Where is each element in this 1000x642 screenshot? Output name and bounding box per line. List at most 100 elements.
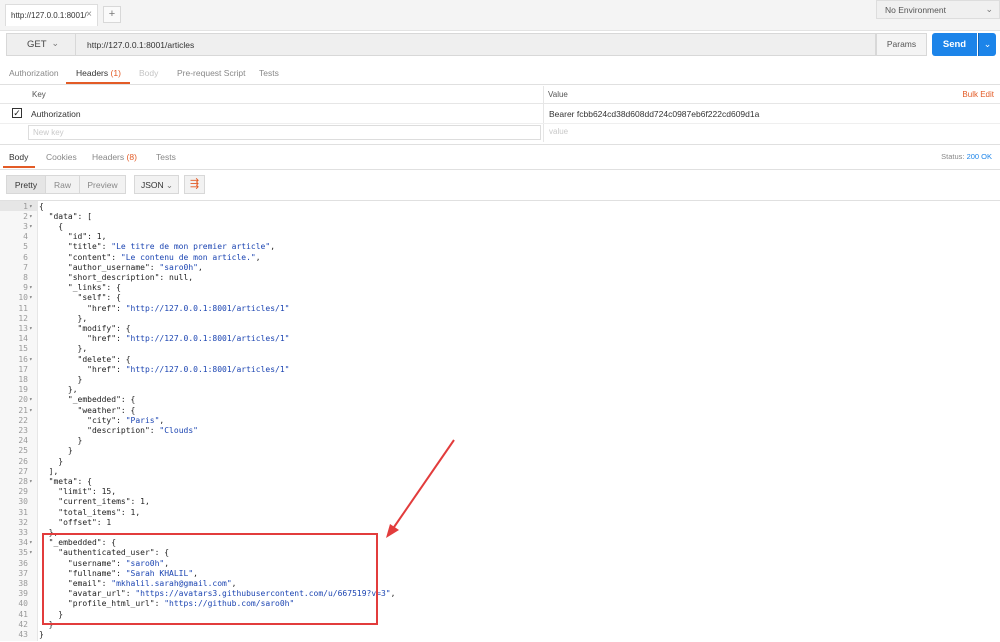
tab-cookies[interactable]: Cookies: [46, 152, 77, 162]
line-number: 25: [18, 446, 28, 456]
line-number: 33: [18, 527, 28, 537]
method-select[interactable]: GET ⌄: [6, 33, 76, 56]
line-number: 40: [18, 599, 28, 609]
code-text: "current_items": 1,: [39, 497, 150, 507]
code-line: 1 ▾ {: [0, 202, 1000, 212]
code-text: "modify": {: [39, 323, 131, 333]
code-line: 18 }: [0, 375, 1000, 385]
code-text: "href": "http://127.0.0.1:8001/articles/…: [39, 364, 290, 374]
wrap-lines-icon[interactable]: ⇶: [184, 175, 205, 194]
fold-toggle-icon[interactable]: ▾: [29, 283, 33, 293]
fold-toggle-icon[interactable]: ▾: [29, 212, 33, 222]
header-value[interactable]: Bearer fcbb624cd38d608dd724c0987eb6f222c…: [549, 109, 759, 119]
code-text: "title": "Le titre de mon premier articl…: [39, 242, 276, 252]
line-number: 42: [18, 619, 28, 629]
environment-select[interactable]: No Environment ⌄: [876, 0, 1000, 19]
code-line: 8 "short_description": null,: [0, 273, 1000, 283]
code-line: 4 "id": 1,: [0, 232, 1000, 242]
line-number: 34: [18, 538, 28, 548]
header-key[interactable]: Authorization: [31, 109, 81, 119]
header-enabled-checkbox[interactable]: ✓: [12, 108, 22, 118]
fold-toggle-icon[interactable]: ▾: [29, 293, 33, 303]
headers-count-badge: (1): [110, 68, 121, 78]
fold-toggle-icon[interactable]: ▾: [29, 548, 33, 558]
fold-toggle-icon[interactable]: ▾: [29, 324, 33, 334]
code-text: "weather": {: [39, 405, 136, 415]
tab-response-tests[interactable]: Tests: [156, 152, 176, 162]
fold-toggle-icon[interactable]: ▾: [29, 477, 33, 487]
request-tab[interactable]: http://127.0.0.1:8001/ ×: [5, 4, 98, 26]
line-number: 38: [18, 578, 28, 588]
code-text: "href": "http://127.0.0.1:8001/articles/…: [39, 303, 290, 313]
close-icon[interactable]: ×: [86, 9, 92, 20]
line-number: 26: [18, 456, 28, 466]
active-response-tab-indicator: [3, 166, 35, 168]
fold-toggle-icon[interactable]: ▾: [29, 202, 33, 212]
code-line: 13 ▾ "modify": {: [0, 324, 1000, 334]
bulk-edit-link[interactable]: Bulk Edit: [962, 90, 994, 99]
tab-headers[interactable]: Headers (1): [76, 68, 121, 78]
new-value-input[interactable]: value: [545, 125, 1000, 140]
code-text: "href": "http://127.0.0.1:8001/articles/…: [39, 334, 290, 344]
code-text: "total_items": 1,: [39, 507, 141, 517]
response-tabs: Body Cookies Headers (8) Tests Status: 2…: [0, 144, 1000, 170]
line-number: 39: [18, 589, 28, 599]
fold-toggle-icon[interactable]: ▾: [29, 355, 33, 365]
tab-tests[interactable]: Tests: [259, 68, 279, 78]
code-line: 30 "current_items": 1,: [0, 497, 1000, 507]
pretty-button[interactable]: Pretty: [6, 175, 46, 194]
request-tab-title: http://127.0.0.1:8001/: [11, 11, 87, 20]
tab-response-headers[interactable]: Headers (8): [92, 152, 137, 162]
line-number: 32: [18, 517, 28, 527]
code-line: 5 "title": "Le titre de mon premier arti…: [0, 242, 1000, 252]
code-text: }: [39, 456, 64, 466]
code-text: "short_description": null,: [39, 272, 194, 282]
tab-headers-label: Headers: [76, 68, 109, 78]
code-text: "_links": {: [39, 283, 121, 293]
value-column-header: Value: [548, 90, 568, 99]
method-label: GET: [27, 39, 47, 50]
code-line: 23 "description": "Clouds": [0, 426, 1000, 436]
code-line: 10 ▾ "self": {: [0, 293, 1000, 303]
code-text: "delete": {: [39, 354, 131, 364]
line-number: 11: [18, 303, 28, 313]
format-select[interactable]: JSON ⌄: [134, 175, 179, 194]
line-number: 43: [18, 629, 28, 639]
line-number: 28: [18, 476, 28, 486]
code-line: 11 "href": "http://127.0.0.1:8001/articl…: [0, 304, 1000, 314]
tab-response-body[interactable]: Body: [9, 152, 28, 162]
fold-toggle-icon[interactable]: ▾: [29, 406, 33, 416]
line-number: 10: [18, 293, 28, 303]
line-number: 17: [18, 364, 28, 374]
code-text: "limit": 15,: [39, 487, 117, 497]
code-text: "self": {: [39, 293, 121, 303]
code-line: 17 "href": "http://127.0.0.1:8001/articl…: [0, 365, 1000, 375]
send-button[interactable]: Send: [932, 33, 977, 56]
fold-toggle-icon[interactable]: ▾: [29, 395, 33, 405]
code-text: "author_username": "saro0h",: [39, 262, 203, 272]
send-options-chevron-icon[interactable]: ⌄: [978, 33, 996, 56]
fold-toggle-icon[interactable]: ▾: [29, 222, 33, 232]
code-text: "id": 1,: [39, 232, 107, 242]
tab-pre-request-script[interactable]: Pre-request Script: [177, 68, 246, 78]
line-number: 14: [18, 334, 28, 344]
chevron-down-icon: ⌄: [985, 4, 993, 14]
code-line: 9 ▾ "_links": {: [0, 283, 1000, 293]
line-number: 3: [23, 221, 28, 231]
code-line: 6 "content": "Le contenu de mon article.…: [0, 253, 1000, 263]
line-number: 31: [18, 507, 28, 517]
fold-toggle-icon[interactable]: ▾: [29, 538, 33, 548]
new-tab-button[interactable]: +: [103, 6, 121, 23]
raw-button[interactable]: Raw: [46, 175, 80, 194]
code-text: "description": "Clouds": [39, 425, 198, 435]
new-key-input[interactable]: New key: [28, 125, 541, 140]
line-number: 36: [18, 558, 28, 568]
response-headers-count-badge: (8): [126, 152, 137, 162]
preview-button[interactable]: Preview: [80, 175, 126, 194]
params-button[interactable]: Params: [876, 33, 927, 56]
tab-authorization[interactable]: Authorization: [9, 68, 59, 78]
tab-body[interactable]: Body: [139, 68, 158, 78]
code-line: 28 ▾ "meta": {: [0, 477, 1000, 487]
url-input[interactable]: http://127.0.0.1:8001/articles: [76, 33, 876, 56]
line-number: 24: [18, 436, 28, 446]
